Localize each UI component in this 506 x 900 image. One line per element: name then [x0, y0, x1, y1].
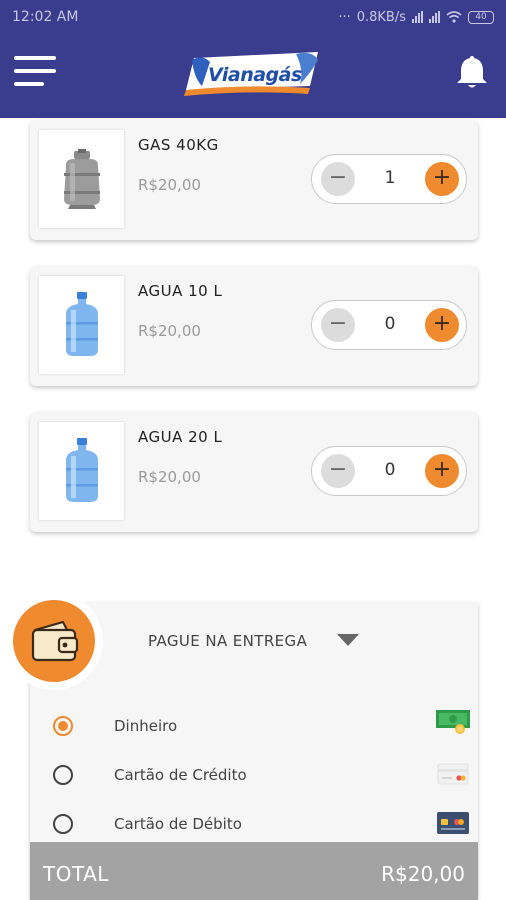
hamburger-menu-icon[interactable]	[14, 54, 58, 90]
product-name: AGUA 10 L	[138, 282, 223, 300]
quantity-stepper: − 0 +	[311, 300, 467, 350]
dropdown-caret-icon[interactable]	[337, 634, 359, 646]
gas-cylinder-icon	[63, 149, 100, 209]
wifi-icon	[446, 11, 462, 23]
total-bar[interactable]: TOTAL R$20,00	[30, 842, 478, 900]
quantity-value: 0	[384, 314, 396, 334]
status-icons: ··· 0.8KB/s 40	[338, 10, 494, 25]
product-price: R$20,00	[138, 322, 201, 340]
product-name: AGUA 20 L	[138, 428, 223, 446]
product-image	[39, 130, 124, 228]
total-value: R$20,00	[381, 862, 465, 886]
status-time: 12:02 AM	[12, 9, 79, 25]
product-image	[39, 422, 124, 520]
status-bar: 12:02 AM ··· 0.8KB/s 40	[0, 0, 506, 34]
cash-icon	[436, 710, 470, 734]
quantity-value: 0	[384, 460, 396, 480]
radio-debito[interactable]	[53, 814, 73, 834]
network-speed: 0.8KB/s	[356, 9, 406, 25]
product-price: R$20,00	[138, 468, 201, 486]
increase-button[interactable]: +	[425, 162, 459, 196]
option-label-dinheiro: Dinheiro	[114, 717, 178, 735]
increase-button[interactable]: +	[425, 454, 459, 488]
quantity-stepper: − 1 +	[311, 154, 467, 204]
quantity-value: 1	[384, 168, 396, 188]
water-jug-icon	[65, 292, 98, 356]
battery-icon: 40	[468, 10, 494, 24]
decrease-button[interactable]: −	[321, 454, 355, 488]
product-card: AGUA 20 L R$20,00 − 0 +	[30, 412, 478, 532]
radio-credito[interactable]	[53, 765, 73, 785]
notification-bell-icon[interactable]	[452, 52, 492, 92]
increase-button[interactable]: +	[425, 308, 459, 342]
product-image	[39, 276, 124, 374]
decrease-button[interactable]: −	[321, 308, 355, 342]
product-card: AGUA 10 L R$20,00 − 0 +	[30, 266, 478, 386]
quantity-stepper: − 0 +	[311, 446, 467, 496]
option-label-credito: Cartão de Crédito	[114, 766, 247, 784]
debit-card-icon	[437, 812, 469, 834]
wallet-badge	[13, 600, 95, 682]
product-price: R$20,00	[138, 176, 201, 194]
app-bar: Vianagás	[0, 34, 506, 118]
option-label-debito: Cartão de Débito	[114, 815, 242, 833]
radio-dinheiro[interactable]	[53, 716, 73, 736]
decrease-button[interactable]: −	[321, 162, 355, 196]
sim-dots: ···	[338, 9, 351, 25]
brand-logo: Vianagás	[178, 50, 326, 102]
credit-card-icon	[437, 763, 469, 785]
payment-dropdown-label[interactable]: PAGUE NA ENTREGA	[148, 632, 307, 650]
signal-icon	[412, 11, 423, 23]
water-jug-icon	[65, 438, 98, 502]
logo-wordmark: Vianagás	[208, 64, 302, 86]
product-card: GAS 40KG R$20,00 − 1 +	[30, 120, 478, 240]
product-name: GAS 40KG	[138, 136, 219, 154]
wallet-icon	[31, 621, 79, 662]
total-label: TOTAL	[43, 862, 109, 886]
signal-icon-2	[429, 11, 440, 23]
